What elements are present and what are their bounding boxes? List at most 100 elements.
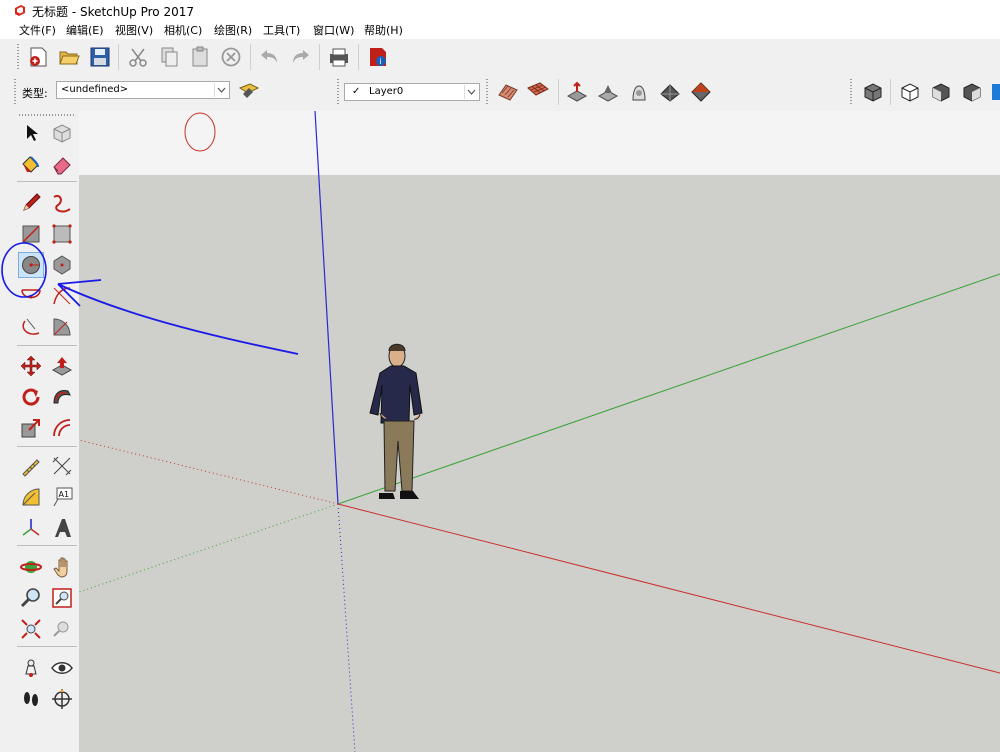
drape-button[interactable] [627,80,651,104]
make-component-tool[interactable] [50,121,74,145]
right-view-button[interactable] [960,80,984,104]
sandbox-grid-button[interactable] [526,80,550,104]
menu-tools[interactable]: 工具(T) [263,22,300,38]
zoom-tool[interactable] [19,586,43,610]
walk-tool[interactable] [19,687,43,711]
menu-draw[interactable]: 绘图(R) [214,22,252,38]
paint-bucket-tool[interactable] [19,152,43,176]
orbit-tool[interactable] [19,555,43,579]
cut-button[interactable] [126,45,150,69]
menu-file[interactable]: 文件(F) [19,22,56,38]
model-info-button[interactable]: i [366,45,390,69]
arc-tool[interactable] [19,284,43,308]
layer-select[interactable]: ✓ Layer0 [344,83,480,101]
save-button[interactable] [88,45,112,69]
type-value: <undefined> [61,84,129,95]
offset-tool[interactable] [50,416,74,440]
open-button[interactable] [57,45,81,69]
tools-palette: A1 [11,111,79,752]
top-view-icon [901,83,919,102]
zoom-extents-tool[interactable] [19,617,43,641]
toolbar-grip[interactable] [850,79,852,105]
scissors-icon [129,48,147,67]
pan-tool[interactable] [50,555,74,579]
toolbar-grip[interactable] [486,79,488,105]
paste-button[interactable] [188,45,212,69]
new-file-icon [30,47,47,67]
tape-measure-icon [22,459,40,477]
smoove-button[interactable] [565,80,589,104]
eraser-tool[interactable] [50,152,74,176]
separator [558,79,559,105]
front-view-button[interactable] [929,80,953,104]
section-plane-tool[interactable] [50,687,74,711]
sandbox-contours-icon [498,84,518,101]
menu-view[interactable]: 视图(V) [115,22,153,38]
menu-help[interactable]: 帮助(H) [364,22,403,38]
follow-me-tool[interactable] [50,385,74,409]
copy-button[interactable] [157,45,181,69]
circle-tool[interactable] [18,252,44,278]
push-pull-tool[interactable] [50,354,74,378]
menu-edit[interactable]: 编辑(E) [66,22,104,38]
toolbar-grip[interactable] [337,79,339,105]
print-button[interactable] [327,45,351,69]
redo-button[interactable] [288,45,312,69]
new-button[interactable] [26,45,50,69]
menu-camera[interactable]: 相机(C) [164,22,202,38]
erase-button[interactable] [219,45,243,69]
dimension-tool[interactable] [50,454,74,478]
iso-view-button[interactable] [861,80,885,104]
toolbar-grip[interactable] [17,44,19,70]
pie-tool[interactable] [50,315,74,339]
printer-icon [330,48,348,67]
previous-view-icon [53,621,69,637]
model-viewport[interactable] [79,111,1000,752]
3d-text-tool[interactable] [50,516,74,540]
protractor-tool[interactable] [19,485,43,509]
zoom-window-tool[interactable] [50,586,74,610]
rotated-rectangle-tool[interactable] [50,222,74,246]
copy-icon [161,47,178,67]
chevron-down-icon[interactable] [214,83,228,97]
chevron-down-icon[interactable] [464,85,478,99]
components-button[interactable] [237,80,261,104]
freehand-tool[interactable] [50,191,74,215]
position-camera-tool[interactable] [19,656,43,680]
layer-name: Layer0 [369,86,404,97]
sandbox-contours-button[interactable] [496,80,520,104]
scale-tool[interactable] [19,416,43,440]
toolbar-grip[interactable] [14,79,16,105]
menu-window[interactable]: 窗口(W) [313,22,354,38]
flip-edge-button[interactable] [689,80,713,104]
select-tool[interactable] [19,121,43,145]
dimension-icon [52,456,72,476]
type-select[interactable]: <undefined> [56,81,230,99]
move-tool[interactable] [19,354,43,378]
three-point-arc-tool[interactable] [19,315,43,339]
front-view-icon [932,83,950,102]
checkmark-icon: ✓ [352,86,361,97]
make-component-icon [53,124,71,143]
toolbar-grip[interactable] [19,114,75,116]
undo-button[interactable] [258,45,282,69]
tape-measure-tool[interactable] [19,454,43,478]
previous-view-tool[interactable] [50,617,74,641]
orbit-icon [20,561,43,573]
two-point-arc-tool[interactable] [50,284,74,308]
line-tool[interactable] [19,191,43,215]
stamp-button[interactable] [596,80,620,104]
top-view-button[interactable] [898,80,922,104]
look-around-tool[interactable] [50,656,74,680]
back-view-button[interactable] [990,80,1000,104]
3d-text-icon [55,519,71,537]
axes-tool[interactable] [19,516,43,540]
add-detail-button[interactable] [658,80,682,104]
rotate-tool[interactable] [19,385,43,409]
offset-icon [53,419,71,437]
polygon-tool[interactable] [50,253,74,277]
text-tool[interactable]: A1 [50,485,74,509]
rectangle-tool[interactable] [19,222,43,246]
magnifier-icon [20,588,40,608]
redo-icon [293,50,309,63]
